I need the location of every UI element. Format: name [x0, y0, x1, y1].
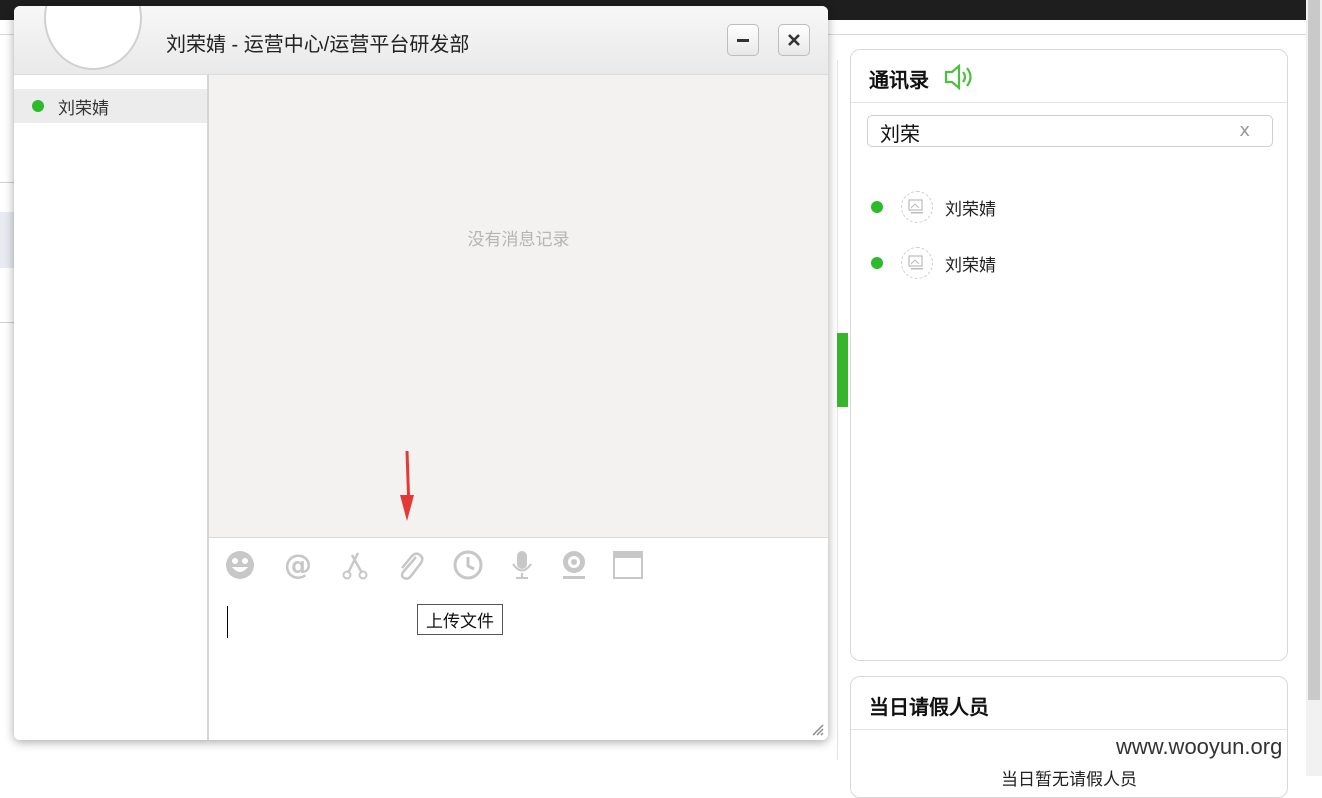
speaker-icon[interactable] — [943, 62, 977, 92]
close-icon — [788, 34, 800, 46]
resize-grip-icon[interactable] — [812, 724, 824, 736]
minimize-icon — [737, 39, 749, 42]
result-name: 刘荣婧 — [945, 199, 996, 220]
webcam-icon — [563, 551, 585, 579]
window-icon — [613, 551, 643, 579]
chat-window: 刘荣婧 - 运营中心/运营平台研发部 刘荣婧 没有消息记录 @ 上传文件 — [14, 6, 828, 740]
upload-file-tooltip: 上传文件 — [417, 604, 503, 635]
message-input[interactable]: 上传文件 — [209, 588, 828, 740]
avatar — [44, 6, 142, 70]
column-divider — [837, 60, 838, 760]
emoji-icon — [226, 551, 254, 579]
address-book-panel: 通讯录 x 刘荣婧 刘荣婧 — [850, 49, 1288, 661]
window-button[interactable] — [611, 548, 645, 582]
message-history[interactable]: 没有消息记录 — [209, 75, 828, 537]
background-panel — [0, 212, 14, 268]
message-toolbar: @ — [209, 537, 828, 588]
close-button[interactable] — [778, 24, 810, 56]
microphone-icon — [512, 551, 532, 579]
online-status-dot — [871, 257, 883, 269]
emoji-button[interactable] — [223, 548, 257, 582]
address-book-title: 通讯录 — [869, 68, 929, 92]
upload-file-button[interactable] — [393, 548, 427, 582]
svg-text:@: @ — [284, 549, 312, 581]
panel-toggle-tab[interactable] — [837, 333, 848, 407]
screenshot-button[interactable] — [337, 548, 371, 582]
online-status-dot — [871, 201, 883, 213]
video-button[interactable] — [557, 548, 591, 582]
search-result-item[interactable]: 刘荣婧 — [871, 246, 1271, 280]
watermark: www.wooyun.org — [1116, 734, 1283, 759]
clock-icon — [453, 550, 483, 580]
search-box: x — [867, 115, 1273, 147]
history-button[interactable] — [451, 548, 485, 582]
address-book-header: 通讯录 — [851, 50, 1287, 103]
chat-title: 刘荣婧 - 运营中心/运营平台研发部 — [166, 34, 470, 56]
online-status-dot — [32, 100, 44, 112]
leave-header: 当日请假人员 — [851, 677, 1287, 730]
avatar-placeholder-icon — [901, 191, 933, 223]
search-result-item[interactable]: 刘荣婧 — [871, 190, 1271, 224]
text-caret — [227, 606, 228, 638]
leave-empty-text: 当日暂无请假人员 — [1001, 770, 1137, 790]
leave-title: 当日请假人员 — [869, 695, 989, 719]
background-divider — [0, 182, 14, 183]
conversation-list: 刘荣婧 — [14, 75, 209, 740]
red-arrow-icon — [400, 451, 414, 521]
conversation-name: 刘荣婧 — [58, 98, 109, 119]
background-divider — [0, 322, 14, 323]
result-name: 刘荣婧 — [945, 255, 996, 276]
page-scrollbar[interactable] — [1306, 0, 1322, 776]
avatar-placeholder-icon — [901, 247, 933, 279]
search-input[interactable] — [878, 119, 1222, 145]
scrollbar-thumb[interactable] — [1308, 0, 1320, 700]
chat-header[interactable]: 刘荣婧 - 运营中心/运营平台研发部 — [14, 6, 828, 75]
empty-history-text: 没有消息记录 — [467, 230, 570, 250]
mention-button[interactable]: @ — [281, 548, 315, 582]
mention-icon: @ — [284, 549, 312, 581]
paperclip-icon — [400, 552, 424, 580]
scissors-icon — [342, 552, 368, 580]
minimize-button[interactable] — [727, 24, 759, 56]
voice-button[interactable] — [505, 548, 539, 582]
clear-search-button[interactable]: x — [1239, 120, 1250, 141]
conversation-item[interactable]: 刘荣婧 — [14, 89, 207, 123]
